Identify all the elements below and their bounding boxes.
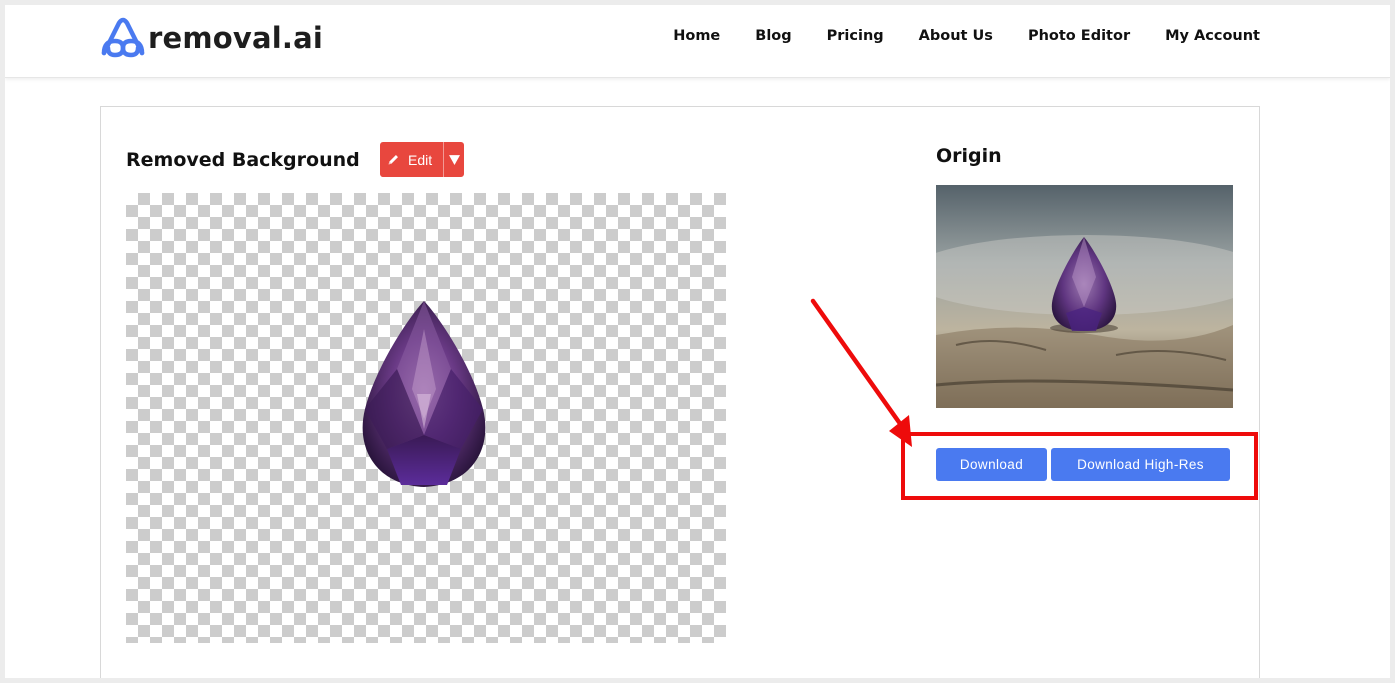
original-photo-image bbox=[936, 185, 1233, 408]
annotation-arrow-icon bbox=[810, 298, 912, 447]
origin-title: Origin bbox=[936, 145, 1002, 167]
result-card: Removed Background Edit Origin Download … bbox=[100, 106, 1260, 678]
nav-blog[interactable]: Blog bbox=[755, 28, 791, 44]
nav-pricing[interactable]: Pricing bbox=[827, 28, 884, 44]
caret-down-icon bbox=[448, 155, 460, 165]
edit-button-group[interactable]: Edit bbox=[380, 142, 464, 177]
edit-button[interactable]: Edit bbox=[380, 142, 443, 177]
removal-logo-icon bbox=[101, 17, 145, 58]
edit-dropdown-toggle[interactable] bbox=[444, 154, 464, 165]
removed-background-title: Removed Background bbox=[126, 149, 360, 171]
nav-home[interactable]: Home bbox=[673, 28, 720, 44]
transparent-result-preview bbox=[126, 193, 726, 643]
nav-photo-editor[interactable]: Photo Editor bbox=[1028, 28, 1130, 44]
browser-page: removal.ai Home Blog Pricing About Us Ph… bbox=[5, 5, 1390, 678]
original-photo bbox=[936, 185, 1233, 408]
annotation-highlight-box bbox=[901, 432, 1258, 500]
gem-cutout-image bbox=[362, 301, 486, 487]
nav-my-account[interactable]: My Account bbox=[1165, 28, 1260, 44]
nav-about-us[interactable]: About Us bbox=[919, 28, 993, 44]
edit-label: Edit bbox=[408, 151, 433, 168]
logo-text: removal.ai bbox=[148, 21, 324, 55]
site-header: removal.ai Home Blog Pricing About Us Ph… bbox=[5, 5, 1390, 78]
logo[interactable]: removal.ai bbox=[100, 15, 323, 61]
pencil-icon bbox=[388, 155, 398, 165]
main-nav: Home Blog Pricing About Us Photo Editor … bbox=[673, 28, 1260, 44]
